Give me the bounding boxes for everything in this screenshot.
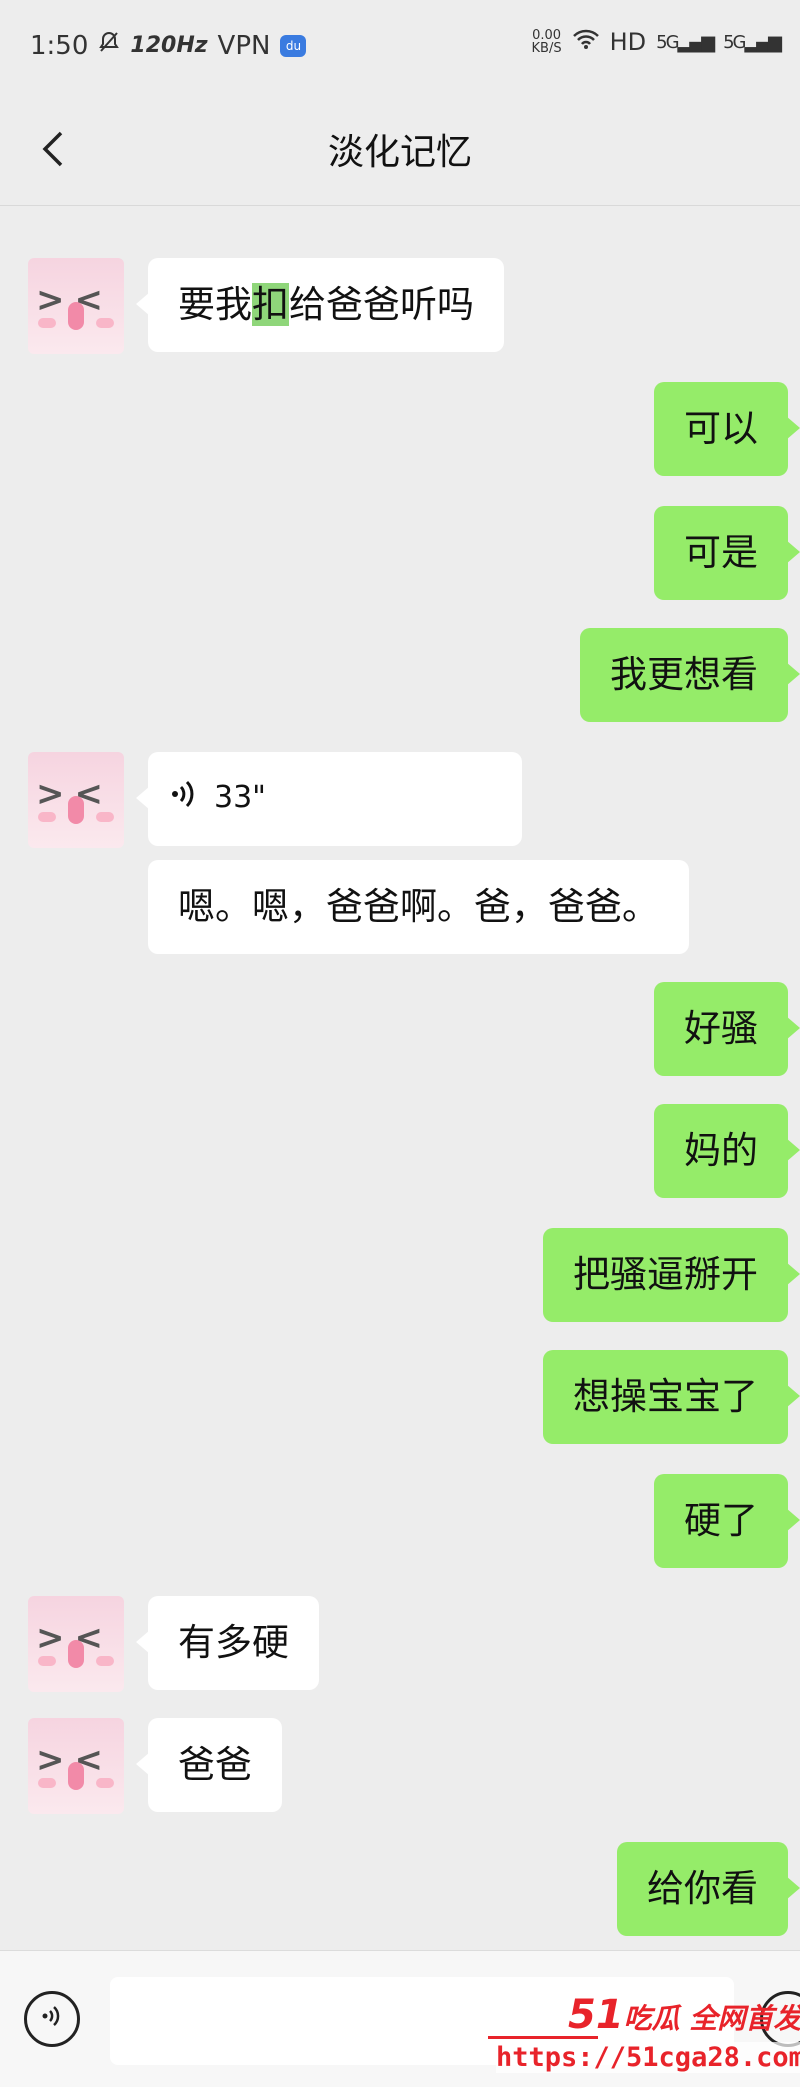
message-bubble[interactable]: 爸爸 <box>136 1718 282 1812</box>
message-bubble[interactable]: 妈的 <box>654 1104 800 1198</box>
avatar[interactable]: >< <box>28 1596 124 1692</box>
voice-input-icon <box>39 2003 65 2036</box>
message-text-post: 给爸爸听吗 <box>289 283 474 326</box>
message-bubble[interactable]: 想操宝宝了 <box>543 1350 800 1444</box>
signal-label-2: 5G <box>723 31 746 53</box>
message-bubble[interactable]: 可以 <box>654 382 800 476</box>
chat-header: 淡化记忆 <box>0 100 800 206</box>
watermark-url: https://51cga28.com <box>496 2042 800 2073</box>
status-time: 1:50 <box>30 30 89 61</box>
message-bubble[interactable]: 我更想看 <box>580 628 800 722</box>
voice-wave-icon <box>170 778 200 818</box>
message-bubble[interactable]: 给你看 <box>617 1842 800 1936</box>
watermark-brand: 51吃瓜 全网首发 <box>568 1992 800 2038</box>
signal-5g-2: 5G▂▄▆ <box>723 31 782 53</box>
app-badge-icon: du <box>280 34 307 57</box>
hd-label: HD <box>609 28 647 56</box>
avatar[interactable]: >< <box>28 1718 124 1814</box>
message-text-pre: 要我 <box>178 283 252 326</box>
net-speed-unit: KB/S <box>531 41 562 56</box>
message-text-highlight: 扣 <box>252 283 289 326</box>
refresh-rate: 120Hz <box>130 33 208 58</box>
net-speed: 0.00 KB/S <box>532 29 562 55</box>
watermark: 51吃瓜 全网首发 https://51cga28.com <box>488 1992 800 2086</box>
chat-title: 淡化记忆 <box>327 132 472 173</box>
voice-duration: 33" <box>214 780 266 815</box>
bell-slash-icon <box>98 30 120 61</box>
signal-5g-1: 5G▂▄▆ <box>656 31 716 53</box>
voice-input-button[interactable] <box>24 1991 80 2047</box>
message-bubble[interactable]: 好骚 <box>654 982 800 1076</box>
message-bubble[interactable]: 要我扣给爸爸听吗 <box>136 258 504 352</box>
avatar[interactable]: >< <box>28 752 124 848</box>
signal-bars-icon: ▂▄▆ <box>677 31 716 53</box>
message-bubble[interactable]: 有多硬 <box>136 1596 319 1690</box>
watermark-line <box>488 2036 598 2039</box>
signal-label-1: 5G <box>656 31 679 53</box>
avatar[interactable]: >< <box>28 258 124 354</box>
message-bubble[interactable]: 把骚逼掰开 <box>543 1228 800 1322</box>
vpn-label: VPN <box>217 30 271 61</box>
message-bubble[interactable]: 嗯。嗯，爸爸啊。爸，爸爸。 <box>148 860 689 954</box>
message-bubble[interactable]: 硬了 <box>654 1474 800 1568</box>
message-bubble[interactable]: 可是 <box>654 506 800 600</box>
signal-bars-icon: ▂▄▆ <box>744 31 782 53</box>
watermark-text: 吃瓜 全网首发 <box>623 2002 800 2035</box>
voice-message[interactable]: 33" <box>136 752 522 846</box>
status-bar: 1:50 120Hz VPN du 0.00 KB/S HD 5G▂▄▆ 5G▂… <box>0 0 800 100</box>
wifi-icon <box>572 28 600 56</box>
watermark-number: 51 <box>568 1992 624 2038</box>
